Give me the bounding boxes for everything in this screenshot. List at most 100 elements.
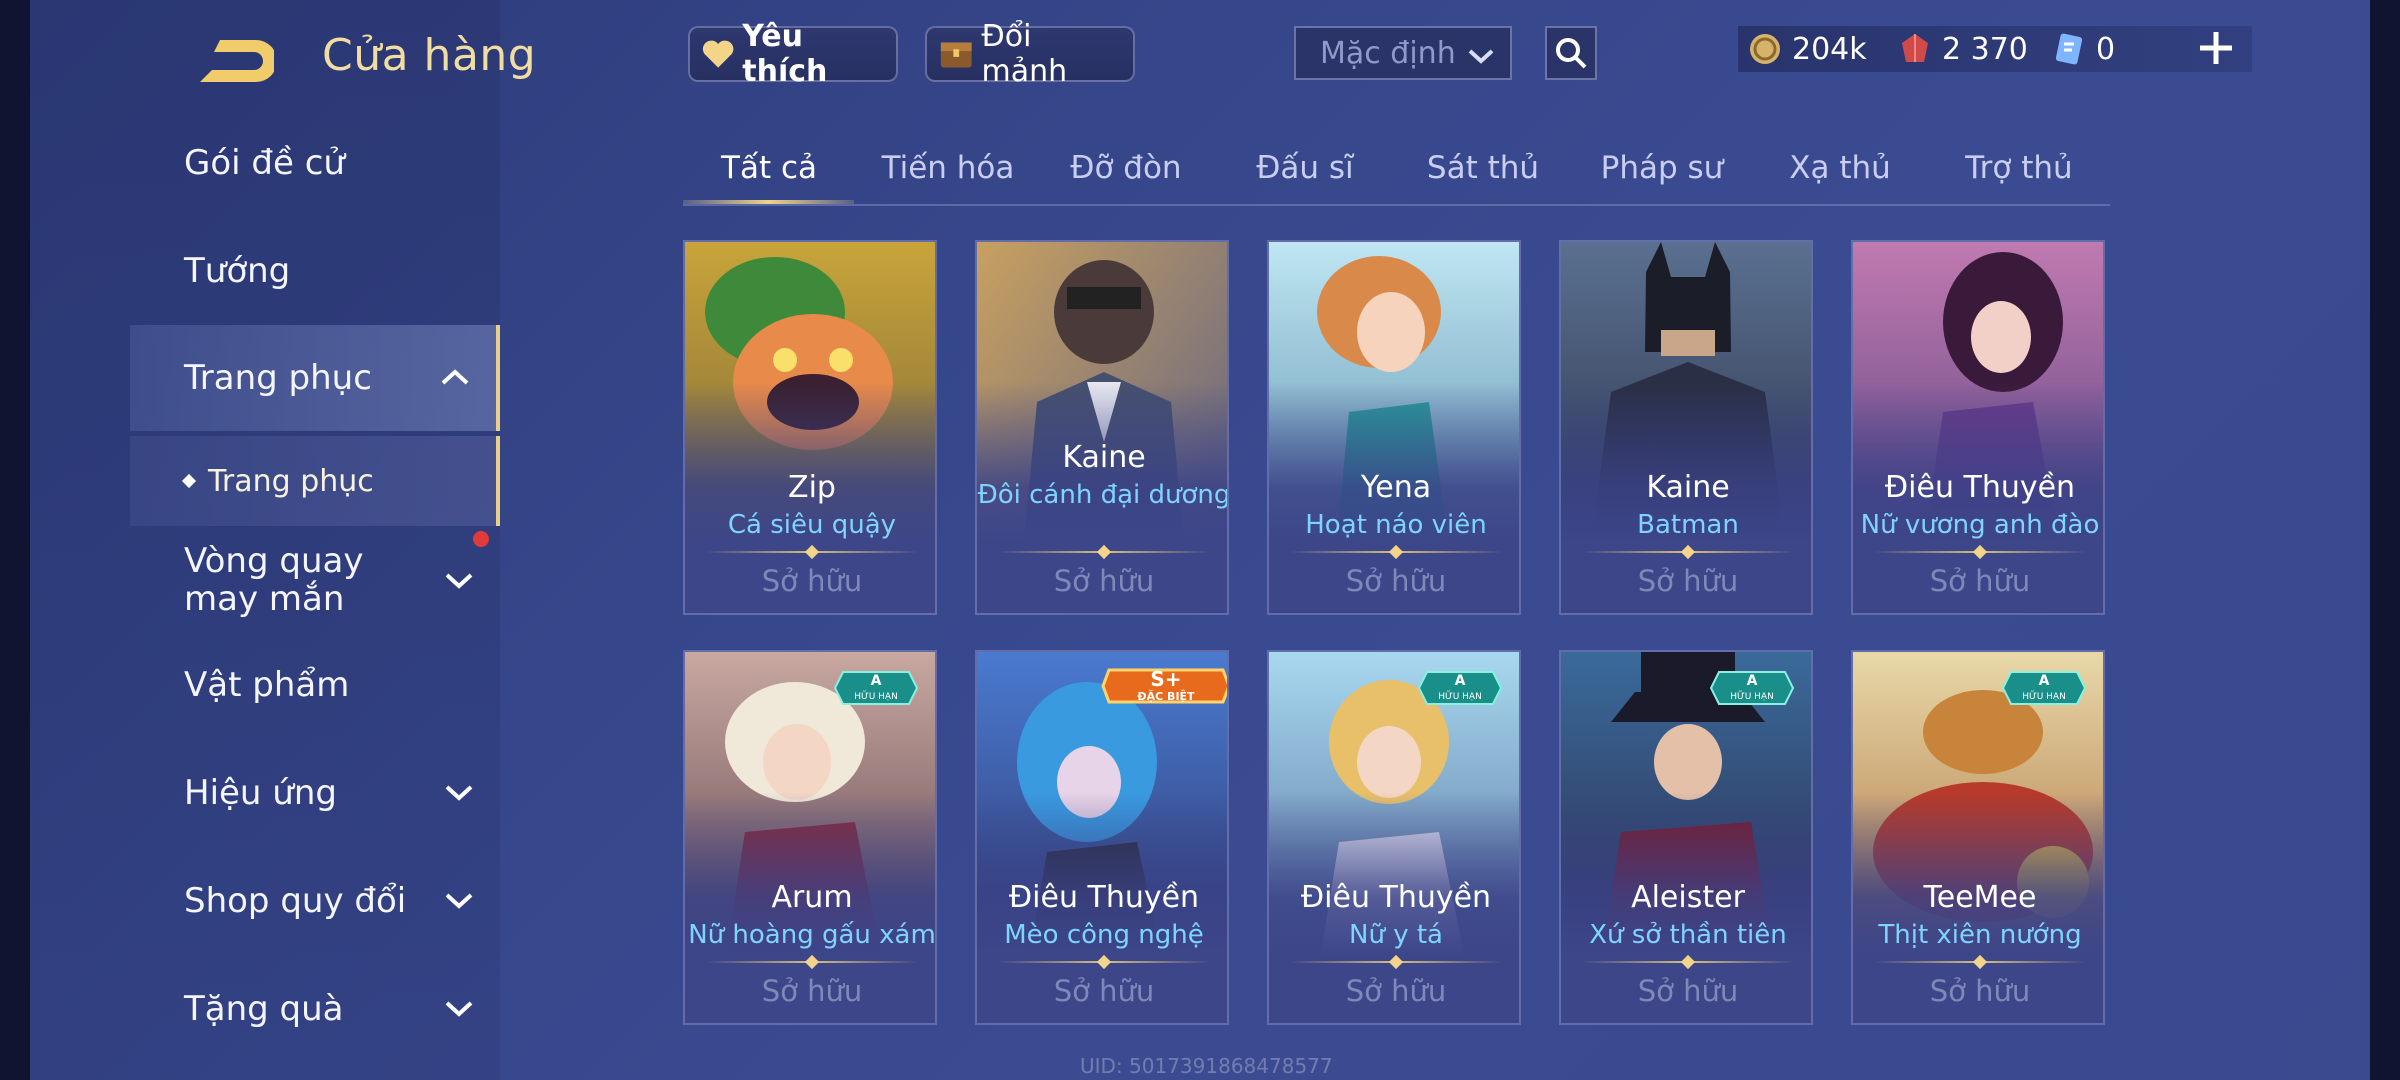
- screen-edge-right: [2370, 0, 2400, 1080]
- owned-status: Sở hữu: [1053, 564, 1155, 598]
- sidebar-item-label: Tướng: [184, 251, 291, 291]
- sidebar-item-heroes[interactable]: Tướng: [130, 226, 500, 316]
- add-currency-button[interactable]: [2196, 28, 2236, 68]
- tab-tank[interactable]: Đỡ đòn: [1070, 150, 1181, 186]
- currency-gem: 2 370: [1898, 26, 2028, 72]
- sort-dropdown-value: Mặc định: [1320, 35, 1456, 71]
- sidebar-item-effects[interactable]: Hiệu ứng: [130, 748, 500, 838]
- sidebar-item-label: Shop quy đổi: [184, 881, 407, 921]
- skin-name: Mèo công nghệ: [1004, 920, 1204, 950]
- hero-name: Kaine: [1646, 470, 1730, 505]
- skin-name: Batman: [1637, 510, 1739, 540]
- chevron-down-icon: [1468, 49, 1494, 64]
- favorites-button[interactable]: Yêu thích: [688, 19, 898, 89]
- skin-card-teemee[interactable]: A HỮU HẠN TeeMee Thịt xiên nướng Sở hữu: [1851, 650, 2105, 1025]
- skin-name: Cá siêu quậy: [727, 510, 897, 540]
- skin-name: Nữ hoàng gấu xám: [688, 920, 936, 950]
- owned-status: Sở hữu: [1637, 564, 1739, 598]
- hero-name: Zip: [788, 470, 836, 505]
- hero-name: Yena: [1360, 470, 1432, 505]
- skin-card-dieu-thuyen-tech-cat[interactable]: S+ ĐẶC BIỆT Điêu Thuyền Mèo công nghệ Sở …: [975, 650, 1229, 1025]
- skin-name: Xứ sở thần tiên: [1589, 920, 1787, 950]
- hero-name: Aleister: [1631, 880, 1745, 915]
- tab-support[interactable]: Trợ thủ: [1965, 150, 2072, 186]
- owned-status: Sở hữu: [1345, 564, 1447, 598]
- owned-status: Sở hữu: [1053, 974, 1155, 1008]
- tab-all[interactable]: Tất cả: [721, 150, 817, 186]
- chevron-up-icon: [441, 369, 469, 385]
- sidebar-subitem-skins[interactable]: Trang phục: [130, 436, 500, 526]
- skin-card-kaine-ocean[interactable]: Kaine Đôi cánh đại dương Sở hữu: [975, 240, 1229, 615]
- currency-gold-value: 204k: [1792, 31, 1867, 67]
- hero-name: Điêu Thuyền: [1300, 880, 1492, 915]
- rarity-a-badge: AHỮU HẠN: [1709, 671, 1795, 705]
- active-tab-indicator: [683, 200, 854, 204]
- skin-card-kaine-batman[interactable]: Kaine Batman Sở hữu: [1559, 240, 1813, 615]
- sidebar-item-lucky-wheel[interactable]: Vòng quay may mắn: [130, 530, 500, 630]
- skin-card-arum[interactable]: A HỮU HẠN Arum Nữ hoàng gấu xám Sở hữu: [683, 650, 937, 1025]
- search-button[interactable]: [1545, 26, 1597, 80]
- sort-dropdown[interactable]: Mặc định: [1294, 26, 1512, 80]
- tab-marksman[interactable]: Xạ thủ: [1789, 150, 1891, 186]
- currency-gem-value: 2 370: [1942, 31, 2028, 67]
- sidebar-item-recommended[interactable]: Gói đề cử: [130, 118, 500, 208]
- badge-label: HỮU HẠN: [1438, 690, 1482, 702]
- tab-evolution[interactable]: Tiến hóa: [882, 150, 1015, 186]
- hero-name: Điêu Thuyền: [1008, 880, 1200, 915]
- tab-assassin[interactable]: Sát thủ: [1427, 150, 1539, 186]
- skin-name: Thịt xiên nướng: [1878, 920, 2082, 950]
- chevron-down-icon: [445, 1001, 473, 1017]
- sidebar-item-label: Tặng quà: [184, 989, 344, 1029]
- badge-label: HỮU HẠN: [2022, 690, 2066, 702]
- currency-voucher: 0: [2052, 26, 2115, 72]
- sidebar-item-label: Gói đề cử: [184, 143, 345, 183]
- badge-grade: A: [871, 673, 882, 689]
- heart-icon: [702, 40, 734, 68]
- badge-grade: A: [2039, 673, 2050, 689]
- sidebar-item-skins[interactable]: Trang phục: [130, 325, 500, 431]
- chest-icon: [940, 42, 972, 68]
- rarity-a-badge: AHỮU HẠN: [833, 671, 919, 705]
- owned-status: Sở hữu: [761, 974, 863, 1008]
- screen-edge-left: [0, 0, 30, 1080]
- rarity-a-badge: AHỮU HẠN: [2001, 671, 2087, 705]
- sidebar-item-label: Vật phẩm: [184, 665, 350, 705]
- skin-card-aleister[interactable]: A HỮU HẠN Aleister Xứ sở thần tiên Sở hữu: [1559, 650, 1813, 1025]
- red-gem-icon: [1902, 34, 1928, 62]
- skin-card-yena[interactable]: Yena Hoạt náo viên Sở hữu: [1267, 240, 1521, 615]
- notification-dot: [473, 531, 489, 547]
- page-title: Cửa hàng: [322, 30, 537, 81]
- sidebar-item-exchange-shop[interactable]: Shop quy đổi: [130, 856, 500, 946]
- sidebar-item-gifts[interactable]: Tặng quà: [130, 964, 500, 1054]
- skin-card-zip[interactable]: Zip Cá siêu quậy Sở hữu: [683, 240, 937, 615]
- hero-name: TeeMee: [1923, 880, 2037, 915]
- diamond-bullet-icon: [181, 473, 197, 489]
- search-icon: [1556, 38, 1587, 69]
- skin-name: Nữ vương anh đào: [1860, 510, 2100, 540]
- sidebar-item-label: Vòng quay may mắn: [184, 541, 364, 619]
- user-id-watermark: UID: 5017391868478577: [1080, 1054, 1333, 1078]
- favorites-label: Yêu thích: [742, 19, 828, 89]
- gold-coin-icon: [1750, 34, 1780, 64]
- badge-label: ĐẶC BIỆT: [1137, 689, 1195, 703]
- skin-card-dieu-thuyen-cherry[interactable]: Điêu Thuyền Nữ vương anh đào Sở hữu: [1851, 240, 2105, 615]
- sidebar-item-items[interactable]: Vật phẩm: [130, 640, 500, 730]
- owned-status: Sở hữu: [1637, 974, 1739, 1008]
- tab-fighter[interactable]: Đấu sĩ: [1256, 150, 1353, 186]
- sidebar-item-label: Hiệu ứng: [184, 773, 337, 813]
- chevron-down-icon: [445, 785, 473, 801]
- currency-bar: 204k 2 370 0: [1738, 26, 2252, 72]
- owned-status: Sở hữu: [1929, 974, 2031, 1008]
- tab-mage[interactable]: Pháp sư: [1601, 150, 1724, 186]
- currency-voucher-value: 0: [2096, 31, 2116, 67]
- back-arrow-icon: [200, 40, 277, 82]
- shard-exchange-label: Đổi mảnh: [981, 19, 1068, 89]
- skin-name: Đôi cánh đại dương: [977, 480, 1229, 510]
- sidebar-item-label: Trang phục: [184, 358, 372, 398]
- owned-status: Sở hữu: [1345, 974, 1447, 1008]
- owned-status: Sở hữu: [1929, 564, 2031, 598]
- shard-exchange-button[interactable]: Đổi mảnh: [925, 19, 1135, 89]
- back-button[interactable]: [190, 36, 277, 86]
- skin-card-dieu-thuyen-nurse[interactable]: A HỮU HẠN Điêu Thuyền Nữ y tá Sở hữu: [1267, 650, 1521, 1025]
- badge-grade: A: [1747, 673, 1758, 689]
